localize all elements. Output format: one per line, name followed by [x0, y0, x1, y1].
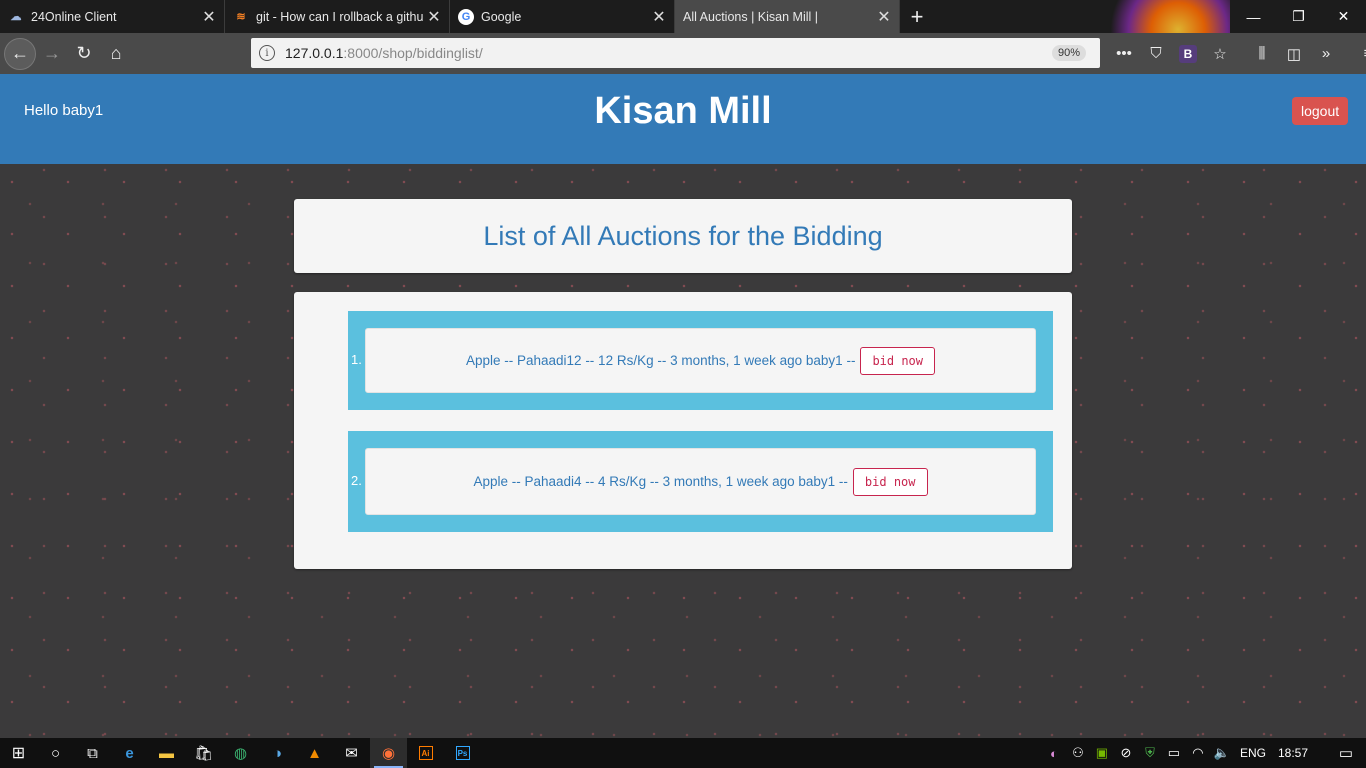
- page-background: List of All Auctions for the Bidding 1. …: [0, 164, 1366, 738]
- nvidia-icon[interactable]: ▣: [1090, 745, 1114, 761]
- overflow-chevron-icon[interactable]: »: [1312, 40, 1340, 68]
- photoshop-icon[interactable]: Ps: [444, 738, 481, 768]
- illustrator-icon[interactable]: Ai: [407, 738, 444, 768]
- cortana-search-icon[interactable]: ○: [37, 738, 74, 768]
- bid-now-button[interactable]: bid now: [860, 346, 936, 375]
- forward-arrow-icon[interactable]: →: [36, 38, 68, 70]
- auction-well: Apple -- Pahaadi12 -- 12 Rs/Kg -- 3 mont…: [365, 328, 1036, 393]
- url-path: :8000/shop/biddinglist/: [343, 45, 483, 61]
- site-header: Hello baby1 Kisan Mill logout: [0, 74, 1366, 164]
- volume-icon[interactable]: 🔈: [1210, 745, 1234, 761]
- edge-browser-icon[interactable]: e: [111, 738, 148, 768]
- tab-all-auctions[interactable]: All Auctions | Kisan Mill | ✕: [675, 0, 900, 33]
- store-icon[interactable]: 🛍: [185, 738, 222, 768]
- mail-icon[interactable]: ✉: [333, 738, 370, 768]
- auction-list: 1. Apple -- Pahaadi12 -- 12 Rs/Kg -- 3 m…: [294, 292, 1072, 569]
- window-controls: — ❐ ✕: [1231, 0, 1366, 33]
- restore-icon[interactable]: ❐: [1276, 0, 1321, 33]
- close-tab-icon[interactable]: ✕: [202, 7, 216, 27]
- cloud-icon: ☁: [10, 11, 22, 23]
- windows-taskbar: ⊞ ○ ⧉ e ▬ 🛍 ◍ ◑ ▲ ✉ ◉ Ai Ps ◐ ⚇ ▣ ⊘ ⛨ ▭ …: [0, 738, 1366, 768]
- page-actions-icon[interactable]: •••: [1110, 40, 1138, 68]
- auction-description: Apple -- Pahaadi12 -- 12 Rs/Kg -- 3 mont…: [465, 353, 856, 368]
- firefox-icon[interactable]: ◉: [370, 738, 407, 768]
- sidebar-icon[interactable]: ◫: [1280, 40, 1308, 68]
- people-icon[interactable]: ⚇: [1066, 745, 1090, 761]
- library-icon[interactable]: ⫼: [1248, 40, 1276, 68]
- auction-list-item: 2. Apple -- Pahaadi4 -- 4 Rs/Kg -- 3 mon…: [348, 431, 1053, 532]
- bid-now-button[interactable]: bid now: [852, 467, 928, 496]
- chrome-icon[interactable]: ◑: [259, 738, 296, 768]
- bootstrap-extension-icon[interactable]: B: [1179, 44, 1197, 63]
- google-icon: G: [458, 8, 474, 25]
- clock[interactable]: 18:57: [1278, 746, 1308, 760]
- tab-git-rollback[interactable]: ≋ git - How can I rollback a githu ✕: [225, 0, 450, 33]
- tab-title: 24Online Client: [31, 9, 117, 24]
- new-tab-button[interactable]: +: [900, 0, 934, 33]
- menu-icon[interactable]: ≡: [1354, 40, 1366, 68]
- defender-shield-icon[interactable]: ⛨: [1138, 745, 1162, 761]
- home-icon[interactable]: ⌂: [100, 38, 132, 70]
- url-text[interactable]: 127.0.0.1:8000/shop/biddinglist/: [285, 45, 483, 61]
- url-host: 127.0.0.1: [285, 45, 344, 61]
- stackoverflow-icon: ≋: [236, 11, 246, 23]
- tab-google[interactable]: G Google ✕: [450, 0, 675, 33]
- close-window-icon[interactable]: ✕: [1321, 0, 1366, 33]
- page-title: List of All Auctions for the Bidding: [483, 220, 883, 251]
- logout-button[interactable]: logout: [1292, 97, 1349, 125]
- tab-24online[interactable]: ☁ 24Online Client ✕: [0, 0, 225, 33]
- close-tab-icon[interactable]: ✕: [427, 7, 441, 27]
- auction-description: Apple -- Pahaadi4 -- 4 Rs/Kg -- 3 months…: [473, 474, 848, 489]
- auction-well: Apple -- Pahaadi4 -- 4 Rs/Kg -- 3 months…: [365, 448, 1036, 515]
- minimize-icon[interactable]: —: [1231, 0, 1276, 33]
- vlc-icon[interactable]: ▲: [296, 738, 333, 768]
- title-panel: List of All Auctions for the Bidding: [294, 199, 1072, 273]
- language-indicator[interactable]: ENG: [1240, 746, 1266, 760]
- app-tray-icon[interactable]: ◐: [1042, 746, 1066, 761]
- navigation-toolbar: ← → ↻ ⌂ i 127.0.0.1:8000/shop/biddinglis…: [0, 33, 1366, 74]
- toolbar-icons: ••• ⛉ B ☆ ⫼ ◫ » ≡: [1110, 33, 1366, 74]
- close-tab-icon[interactable]: ✕: [877, 7, 891, 27]
- task-view-icon[interactable]: ⧉: [74, 738, 111, 768]
- list-number: 1.: [351, 352, 362, 367]
- tab-title: All Auctions | Kisan Mill |: [683, 9, 819, 24]
- notification-icon[interactable]: ▭: [1326, 744, 1366, 762]
- network-disconnected-icon[interactable]: ⊘: [1114, 745, 1138, 761]
- close-tab-icon[interactable]: ✕: [652, 7, 666, 27]
- tab-title: git - How can I rollback a githu: [256, 9, 424, 24]
- address-bar[interactable]: i 127.0.0.1:8000/shop/biddinglist/ 90%: [251, 38, 1100, 68]
- brand-title[interactable]: Kisan Mill: [0, 90, 1366, 133]
- chrome-app-icon[interactable]: ◍: [222, 738, 259, 768]
- windows-start-icon[interactable]: ⊞: [0, 738, 37, 768]
- back-arrow-icon[interactable]: ←: [4, 37, 36, 70]
- wifi-icon[interactable]: ◠: [1186, 745, 1210, 761]
- info-icon[interactable]: i: [259, 45, 275, 61]
- zoom-level[interactable]: 90%: [1051, 45, 1086, 61]
- list-number: 2.: [351, 473, 362, 488]
- system-tray: ◐ ⚇ ▣ ⊘ ⛨ ▭ ◠ 🔈 ENG 18:57 ▭: [1042, 738, 1366, 768]
- reload-icon[interactable]: ↻: [68, 38, 100, 70]
- file-explorer-icon[interactable]: ▬: [148, 738, 185, 768]
- tab-title: Google: [481, 9, 522, 24]
- pocket-icon[interactable]: ⛉: [1142, 40, 1170, 68]
- bookmark-star-icon[interactable]: ☆: [1206, 40, 1234, 68]
- battery-icon[interactable]: ▭: [1162, 745, 1186, 761]
- auction-list-item: 1. Apple -- Pahaadi12 -- 12 Rs/Kg -- 3 m…: [348, 311, 1053, 410]
